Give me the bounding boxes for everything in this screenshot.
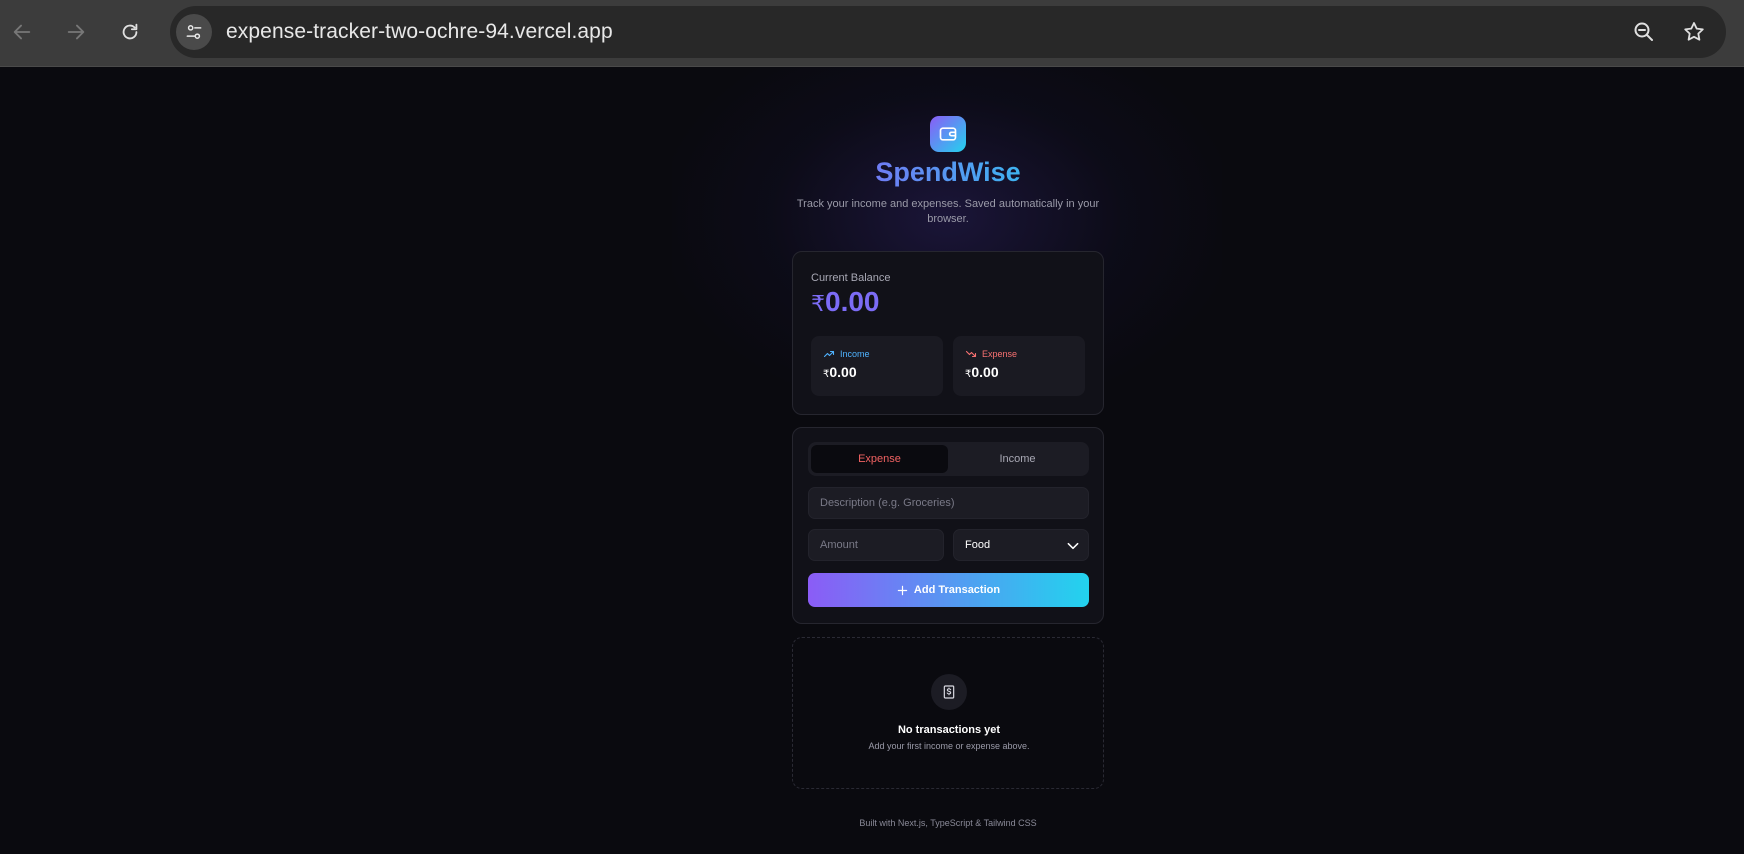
category-value: Food xyxy=(965,539,991,551)
back-button[interactable] xyxy=(4,14,40,50)
reload-button[interactable] xyxy=(112,14,148,50)
category-select[interactable]: Food xyxy=(953,529,1089,561)
bookmark-button[interactable] xyxy=(1676,14,1712,50)
chevron-down-icon xyxy=(1067,542,1079,550)
income-label: Income xyxy=(840,349,870,359)
add-transaction-label: Add Transaction xyxy=(913,584,1001,596)
expense-amount: 0.00 xyxy=(971,364,999,380)
income-value: ₹0.00 xyxy=(823,364,857,380)
empty-state-title: No transactions yet xyxy=(897,724,1001,736)
browser-toolbar: expense-tracker-two-ochre-94.vercel.app xyxy=(0,0,1744,67)
reload-icon xyxy=(122,23,138,40)
balance-label: Current Balance xyxy=(811,272,891,284)
balance-amount: 0.00 xyxy=(825,286,880,317)
empty-state-subtitle: Add your first income or expense above. xyxy=(868,741,1030,751)
page-content: SpendWise Track your income and expenses… xyxy=(0,67,1744,854)
balance-currency: ₹ xyxy=(811,291,825,316)
amount-input[interactable]: Amount xyxy=(808,529,944,561)
zoom-button[interactable] xyxy=(1626,14,1662,50)
type-toggle: Expense Income xyxy=(808,442,1089,476)
app-tagline: Track your income and expenses. Saved au… xyxy=(796,198,1100,225)
income-summary: Income ₹0.00 xyxy=(811,336,943,396)
receipt-icon xyxy=(943,685,955,699)
tab-expense[interactable]: Expense xyxy=(811,445,948,473)
wallet-icon xyxy=(939,127,957,141)
address-bar[interactable]: expense-tracker-two-ochre-94.vercel.app xyxy=(170,6,1726,58)
trending-up-icon xyxy=(823,350,835,358)
trending-down-icon xyxy=(965,350,977,358)
bookmark-star-icon xyxy=(1684,22,1704,41)
app-logo xyxy=(930,116,966,152)
plus-icon xyxy=(897,585,908,595)
site-settings-icon xyxy=(186,25,202,40)
empty-state-badge xyxy=(931,674,967,710)
transaction-form: Expense Income Description (e.g. Groceri… xyxy=(792,427,1104,624)
add-transaction-button[interactable]: Add Transaction xyxy=(808,573,1089,607)
balance-value: ₹0.00 xyxy=(811,286,880,318)
income-amount: 0.00 xyxy=(829,364,857,380)
description-input[interactable]: Description (e.g. Groceries) xyxy=(808,487,1089,519)
app-title: SpendWise xyxy=(792,157,1104,188)
back-arrow-icon xyxy=(13,24,31,40)
footer-text: Built with Next.js, TypeScript & Tailwin… xyxy=(859,818,1037,828)
transactions-empty-state: No transactions yet Add your first incom… xyxy=(792,637,1104,789)
tab-income[interactable]: Income xyxy=(949,445,1086,473)
expense-summary: Expense ₹0.00 xyxy=(953,336,1085,396)
forward-button[interactable] xyxy=(58,14,94,50)
site-info-button[interactable] xyxy=(176,14,212,50)
balance-card: Current Balance ₹0.00 Income ₹0.00 Expen… xyxy=(792,251,1104,415)
expense-value: ₹0.00 xyxy=(965,364,999,380)
zoom-out-icon xyxy=(1634,22,1653,41)
forward-arrow-icon xyxy=(67,24,85,40)
expense-label: Expense xyxy=(982,349,1018,359)
url-text[interactable]: expense-tracker-two-ochre-94.vercel.app xyxy=(226,20,613,44)
